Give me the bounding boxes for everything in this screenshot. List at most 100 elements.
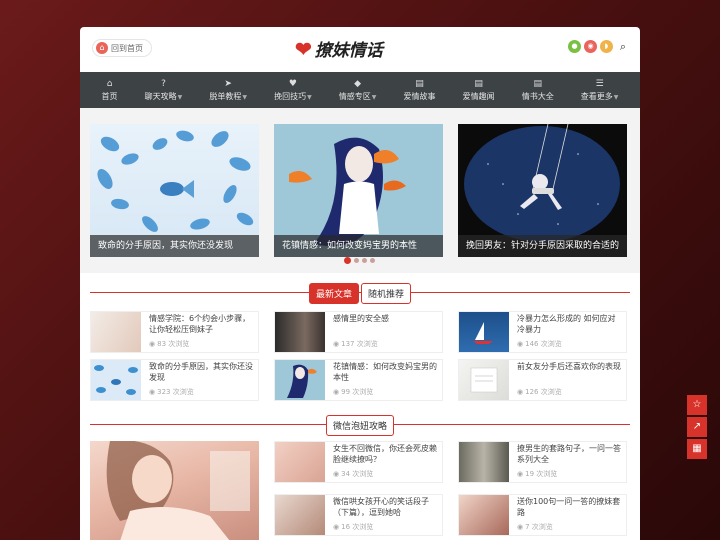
- article-thumbnail[interactable]: [91, 360, 141, 400]
- slide[interactable]: 挽回男友：针对分手原因采取的合适的: [458, 124, 627, 257]
- floating-toolbar: ☆ ↗ ▦: [687, 395, 707, 459]
- article-title[interactable]: 女生不回微信，你还会死皮赖脸继续撩吗？: [333, 443, 438, 465]
- featured-image[interactable]: [90, 440, 259, 540]
- article-title[interactable]: 微信哄女孩开心的笑话段子（下篇），逗到她哈: [333, 496, 438, 518]
- article-card[interactable]: 微信哄女孩开心的笑话段子（下篇），逗到她哈 ◉ 16 次浏览: [274, 494, 443, 536]
- eye-icon: ◉: [517, 388, 524, 396]
- home-icon: ⌂: [96, 42, 108, 54]
- article-thumbnail[interactable]: [275, 442, 325, 482]
- site-logo[interactable]: ❤ 撩妹情话: [295, 36, 383, 62]
- nav-item-dating[interactable]: ➤ 脱单教程▼: [209, 72, 247, 108]
- article-title[interactable]: 致命的分手原因，其实你还没发现: [149, 361, 254, 383]
- nav-item-more[interactable]: ☰ 查看更多▼: [581, 72, 619, 108]
- slider-dot[interactable]: [370, 258, 375, 263]
- view-count: 34 次浏览: [341, 470, 374, 478]
- featured-photo: [106, 440, 250, 540]
- article-card[interactable]: 撩男生的套路句子，一问一答系列大全 ◉ 19 次浏览: [458, 441, 627, 483]
- article-thumbnail[interactable]: [275, 495, 325, 535]
- nav-label: 爱情故事: [403, 91, 436, 101]
- view-count: 137 次浏览: [341, 340, 378, 348]
- wechat-section-header: 微信泡妞攻略: [90, 413, 630, 437]
- home-icon: ⌂: [106, 78, 113, 89]
- article-thumbnail[interactable]: [91, 312, 141, 352]
- article-card[interactable]: 送你100句一问一答的撩妹套路 ◉ 7 次浏览: [458, 494, 627, 536]
- article-card[interactable]: 冷暴力怎么形成的 如何应对冷暴力 ◉ 146 次浏览: [458, 311, 627, 353]
- share-icon[interactable]: ↗: [687, 417, 707, 437]
- article-thumbnail[interactable]: [459, 495, 509, 535]
- article-card[interactable]: 致命的分手原因，其实你还没发现 ◉ 323 次浏览: [90, 359, 259, 401]
- nav-label: 爱情趣闻: [462, 91, 495, 101]
- article-card[interactable]: 感情里的安全感 ◉ 137 次浏览: [274, 311, 443, 353]
- slider-dot[interactable]: [354, 258, 359, 263]
- article-thumbnail[interactable]: [459, 442, 509, 482]
- star-icon[interactable]: ☆: [687, 395, 707, 415]
- nav-item-stories[interactable]: ▤ 爱情故事: [404, 72, 436, 108]
- logo-text: 撩妹情话: [314, 41, 383, 61]
- eye-icon: ◉: [333, 340, 340, 348]
- eye-icon: ◉: [517, 523, 524, 531]
- article-title[interactable]: 冷暴力怎么形成的 如何应对冷暴力: [517, 313, 622, 335]
- article-title[interactable]: 送你100句一问一答的撩妹套路: [517, 496, 622, 518]
- tab-random[interactable]: 随机推荐: [361, 283, 412, 304]
- view-count: 7 次浏览: [525, 523, 553, 531]
- eye-icon: ◉: [517, 470, 524, 478]
- eye-icon: ◉: [333, 470, 340, 478]
- article-title[interactable]: 撩男生的套路句子，一问一答系列大全: [517, 443, 622, 465]
- nav-item-emotion[interactable]: ◆ 情感专区▼: [339, 72, 377, 108]
- slide-caption: 花镇情感：如何改变妈宝男的本性: [274, 235, 443, 257]
- article-card[interactable]: 女生不回微信，你还会死皮赖脸继续撩吗？ ◉ 34 次浏览: [274, 441, 443, 483]
- card-image: [470, 367, 498, 393]
- search-icon[interactable]: ⌕: [616, 40, 630, 53]
- main-nav: ⌂ 首页 ? 聊天攻略▼ ➤ 脱单教程▼ ♥ 挽回技巧▼ ◆ 情感专区▼ ▤ 爱…: [80, 72, 640, 108]
- nav-item-anecdotes[interactable]: ▤ 爱情趣闻: [463, 72, 495, 108]
- chevron-down-icon: ▼: [242, 93, 247, 101]
- article-title[interactable]: 情感学院：6个约会小步骤，让你轻松压倒妹子: [149, 313, 254, 335]
- nav-label: 情书大全: [521, 91, 554, 101]
- document-icon: ▤: [474, 78, 483, 89]
- heart-logo-icon: ❤: [295, 36, 312, 61]
- article-card[interactable]: 前女友分手后还喜欢你的表现 ◉ 126 次浏览: [458, 359, 627, 401]
- slider-dot-active[interactable]: [344, 257, 351, 264]
- eye-icon: ◉: [149, 388, 156, 396]
- nav-item-home[interactable]: ⌂ 首页: [102, 72, 118, 108]
- article-title[interactable]: 花镇情感：如何改变妈宝男的本性: [333, 361, 438, 383]
- view-count: 16 次浏览: [341, 523, 374, 531]
- nav-item-chat[interactable]: ? 聊天攻略▼: [145, 72, 183, 108]
- article-thumbnail[interactable]: [275, 360, 325, 400]
- home-button[interactable]: ⌂ 回到首页: [92, 39, 152, 57]
- tab-latest[interactable]: 最新文章: [308, 283, 359, 304]
- view-count: 323 次浏览: [157, 388, 194, 396]
- slide-caption: 致命的分手原因，其实你还没发现: [90, 235, 259, 257]
- nav-label: 聊天攻略: [144, 91, 177, 101]
- image-slider: 致命的分手原因，其实你还没发现 花镇情感：如何改变妈宝男的本性 挽回男友：针对分…: [80, 108, 640, 273]
- slider-dot[interactable]: [362, 258, 367, 263]
- chevron-down-icon: ▼: [307, 93, 312, 101]
- nav-label: 情感专区: [338, 91, 371, 101]
- nav-item-loveletters[interactable]: ▤ 情书大全: [522, 72, 554, 108]
- article-thumbnail[interactable]: [275, 312, 325, 352]
- social-links: ● ◉ ◗ ⌕: [568, 40, 630, 53]
- chevron-down-icon: ▼: [177, 93, 183, 101]
- wechat-icon[interactable]: ●: [568, 40, 581, 53]
- slide[interactable]: 花镇情感：如何改变妈宝男的本性: [274, 124, 443, 257]
- home-button-label: 回到首页: [111, 43, 143, 53]
- article-title[interactable]: 前女友分手后还喜欢你的表现: [517, 361, 621, 383]
- latest-section-header: 最新文章 随机推荐: [90, 281, 630, 305]
- article-thumbnail[interactable]: [459, 312, 509, 352]
- slide[interactable]: 致命的分手原因，其实你还没发现: [90, 124, 259, 257]
- qrcode-icon[interactable]: ▦: [687, 439, 707, 459]
- article-card[interactable]: 花镇情感：如何改变妈宝男的本性 ◉ 99 次浏览: [274, 359, 443, 401]
- nav-item-recover[interactable]: ♥ 挽回技巧▼: [274, 72, 312, 108]
- article-card[interactable]: 情感学院：6个约会小步骤，让你轻松压倒妹子 ◉ 83 次浏览: [90, 311, 259, 353]
- tab-wechat[interactable]: 微信泡妞攻略: [325, 415, 394, 436]
- article-title[interactable]: 感情里的安全感: [333, 313, 389, 335]
- view-count: 99 次浏览: [341, 388, 374, 396]
- document-icon: ▤: [415, 78, 424, 89]
- article-thumbnail[interactable]: [459, 360, 509, 400]
- nav-label: 脱单教程: [209, 91, 242, 101]
- nav-label: 首页: [101, 91, 118, 101]
- site-header: ⌂ 回到首页 ❤ 撩妹情话 ● ◉ ◗ ⌕: [80, 27, 640, 72]
- wechat-article-grid: 女生不回微信，你还会死皮赖脸继续撩吗？ ◉ 34 次浏览 撩男生的套路句子，一问一…: [274, 441, 627, 540]
- rss-icon[interactable]: ◗: [600, 40, 613, 53]
- weibo-icon[interactable]: ◉: [584, 40, 597, 53]
